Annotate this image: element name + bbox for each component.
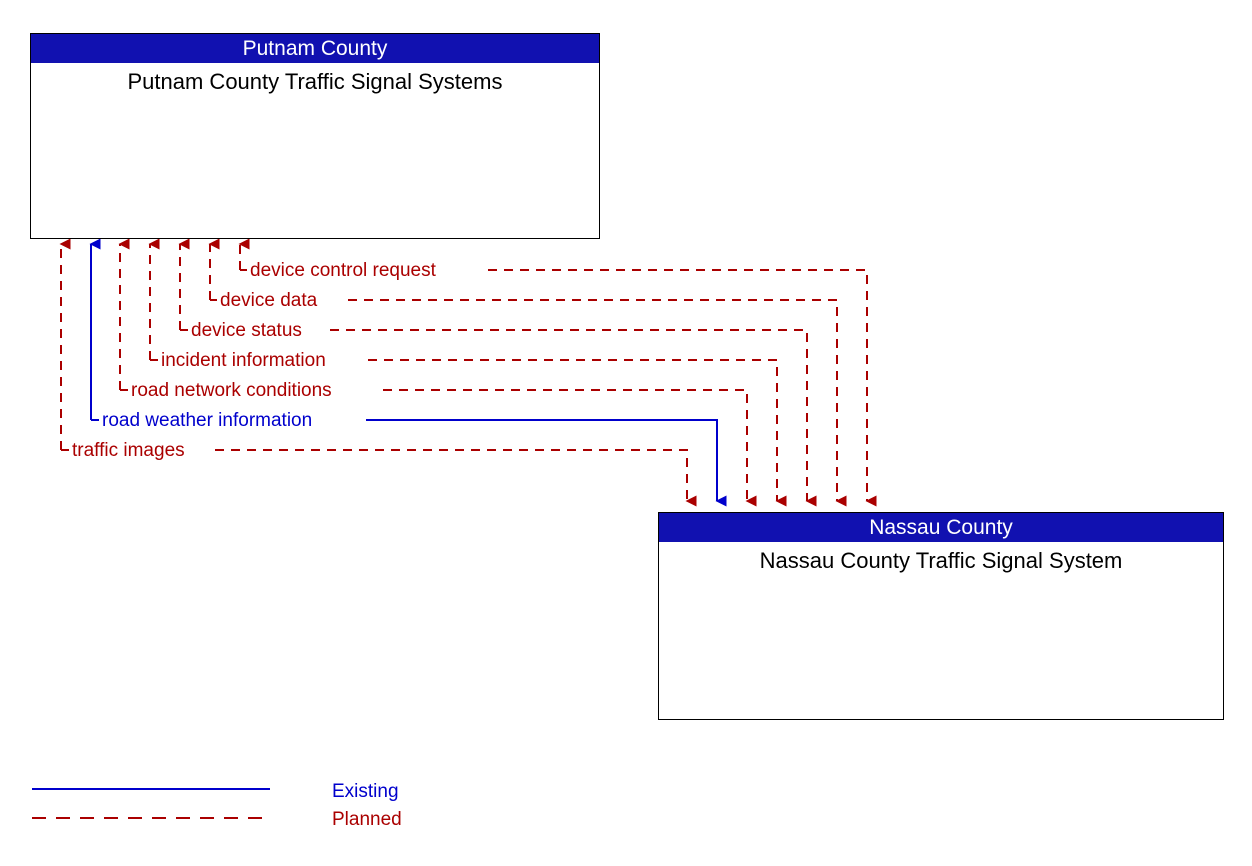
node-putnam-county-header: Putnam County [31, 34, 599, 63]
flow-label-device-control-request[interactable]: device control request [247, 261, 439, 280]
flow-path-device-status [178, 238, 817, 507]
node-putnam-county-title: Putnam County Traffic Signal Systems [127, 69, 503, 94]
flow-label-device-data[interactable]: device data [217, 291, 321, 310]
flow-label-device-status[interactable]: device status [188, 321, 305, 340]
legend-label-existing: Existing [332, 781, 399, 802]
flow-path-device-data [208, 238, 847, 507]
flow-path-road-weather-information [89, 238, 727, 507]
node-nassau-county-header: Nassau County [659, 513, 1223, 542]
flow-path-road-network-conditions [118, 238, 757, 507]
flow-label-incident-information[interactable]: incident information [158, 351, 329, 370]
legend-label-planned: Planned [332, 809, 402, 830]
flow-path-traffic-images [59, 238, 697, 507]
node-nassau-county[interactable]: Nassau County Nassau County Traffic Sign… [658, 512, 1224, 720]
node-putnam-county[interactable]: Putnam County Putnam County Traffic Sign… [30, 33, 600, 239]
flow-label-traffic-images[interactable]: traffic images [69, 441, 188, 460]
legend: Existing Planned [30, 778, 430, 840]
flow-path-incident-information [148, 238, 787, 507]
flow-label-road-weather-information[interactable]: road weather information [99, 411, 316, 430]
node-nassau-county-title: Nassau County Traffic Signal System [759, 548, 1123, 573]
flow-label-road-network-conditions[interactable]: road network conditions [128, 381, 335, 400]
flow-path-device-control-request [238, 238, 877, 507]
architecture-diagram: Putnam County Putnam County Traffic Sign… [0, 0, 1252, 866]
